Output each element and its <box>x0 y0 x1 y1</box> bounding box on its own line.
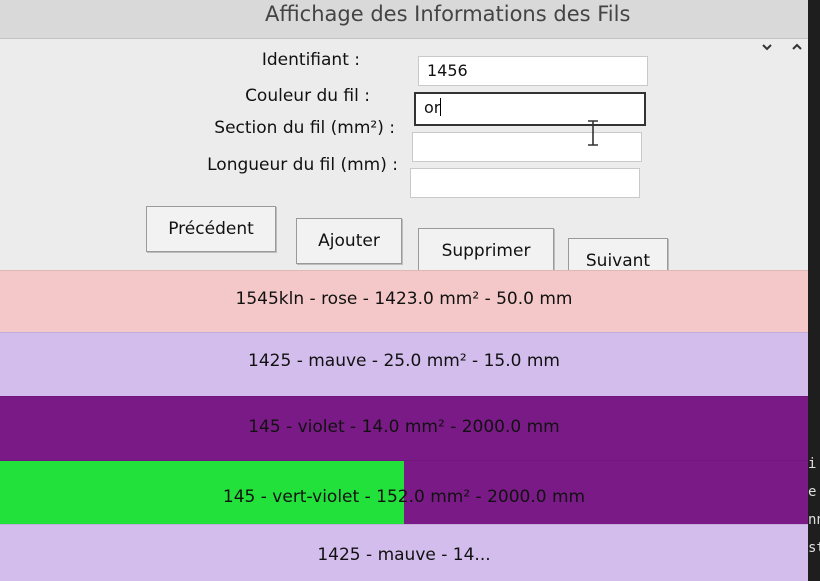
wire-list-item[interactable]: 145 - vert-violet - 152.0 mm² - 2000.0 m… <box>0 460 808 524</box>
terminal-line: nn <box>808 512 820 528</box>
section-field[interactable] <box>412 132 642 162</box>
terminal-line: e <box>808 484 817 500</box>
terminal-line: i <box>808 456 817 472</box>
app-window: Affichage des Informations des Fils Iden… <box>0 0 808 581</box>
wire-list-item-text: 1425 - mauve - 14... <box>317 545 491 565</box>
text-cursor-icon <box>588 120 598 146</box>
wire-list-item[interactable]: 1425 - mauve - 25.0 mm² - 15.0 mm <box>0 332 808 396</box>
background-terminal: i e nn st <box>808 0 820 581</box>
id-field[interactable]: 1456 <box>418 56 648 86</box>
wire-list-item-text: 1425 - mauve - 25.0 mm² - 15.0 mm <box>248 351 560 371</box>
wire-list-item-text: 1545kln - rose - 1423.0 mm² - 50.0 mm <box>235 289 573 309</box>
chevron-up-icon[interactable] <box>788 40 806 58</box>
wire-list-item-text: 145 - violet - 14.0 mm² - 2000.0 mm <box>248 417 560 437</box>
chevron-down-icon[interactable] <box>758 40 776 58</box>
terminal-line: st <box>808 540 820 556</box>
previous-button[interactable]: Précédent <box>146 206 276 252</box>
section-label: Section du fil (mm²) : <box>214 118 395 138</box>
color-label: Couleur du fil : <box>245 86 370 106</box>
id-value: 1456 <box>427 61 468 80</box>
length-field[interactable] <box>410 168 640 198</box>
delete-button[interactable]: Supprimer <box>418 228 554 274</box>
color-value: or <box>424 98 441 117</box>
title-bar[interactable]: Affichage des Informations des Fils <box>0 0 808 39</box>
length-label: Longueur du fil (mm) : <box>207 155 398 175</box>
color-field[interactable]: or <box>414 92 646 126</box>
wire-list-item[interactable]: 145 - violet - 14.0 mm² - 2000.0 mm <box>0 396 808 460</box>
id-label: Identifiant : <box>261 50 360 70</box>
wire-list-item[interactable]: 1545kln - rose - 1423.0 mm² - 50.0 mm <box>0 270 808 332</box>
wire-list-item[interactable]: 1425 - mauve - 14... <box>0 524 808 581</box>
window-title: Affichage des Informations des Fils <box>265 2 631 26</box>
text-caret <box>440 98 442 116</box>
wire-list-item-text: 145 - vert-violet - 152.0 mm² - 2000.0 m… <box>222 487 586 507</box>
add-button[interactable]: Ajouter <box>296 218 402 264</box>
